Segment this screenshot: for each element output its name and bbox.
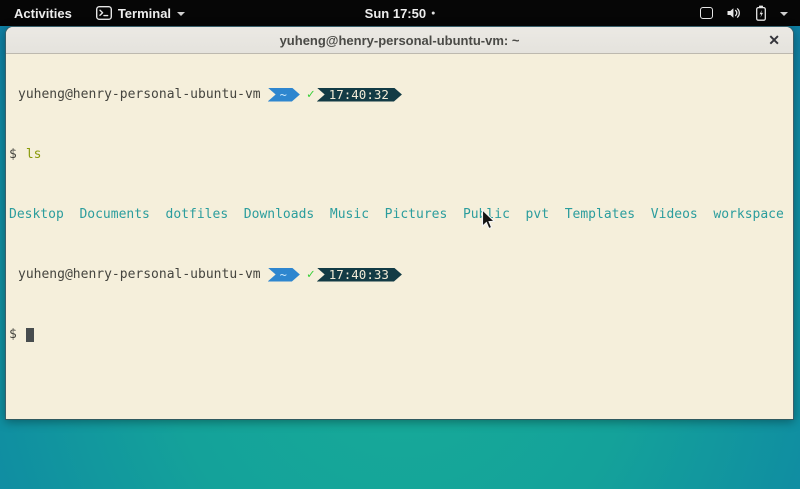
display-icon	[700, 7, 713, 19]
prompt-line-2: yuheng@henry-personal-ubuntu-vm ~ ✓17:40:3…	[9, 267, 790, 282]
directory-listing: Desktop Documents dotfiles Downloads Mus…	[9, 207, 784, 222]
command-text: ls	[26, 147, 42, 162]
prompt-symbol: $	[9, 327, 17, 342]
prompt-cwd-segment: ~	[268, 88, 300, 102]
prompt-userhost: yuheng@henry-personal-ubuntu-vm	[18, 87, 261, 102]
current-command-line: $	[9, 327, 790, 342]
volume-icon	[726, 6, 742, 20]
prompt-line-1: yuheng@henry-personal-ubuntu-vm ~ ✓17:40:3…	[9, 87, 790, 102]
window-titlebar[interactable]: yuheng@henry-personal-ubuntu-vm: ~ ✕	[6, 27, 793, 54]
prompt-cwd-segment: ~	[268, 268, 300, 282]
top-bar: Activities Terminal Sun 17:50 ●	[0, 0, 800, 26]
prompt-time-segment: 17:40:33	[317, 268, 402, 282]
prompt-userhost: yuheng@henry-personal-ubuntu-vm	[18, 267, 261, 282]
app-menu-label: Terminal	[118, 6, 171, 21]
battery-charging-icon	[755, 5, 767, 21]
prompt-time-segment: 17:40:32	[317, 88, 402, 102]
notification-dot-icon: ●	[431, 10, 435, 17]
window-title: yuheng@henry-personal-ubuntu-vm: ~	[280, 33, 520, 48]
chevron-down-icon	[177, 12, 185, 16]
close-icon[interactable]: ✕	[768, 32, 780, 48]
activities-button[interactable]: Activities	[0, 0, 86, 26]
ls-output-line: Desktop Documents dotfiles Downloads Mus…	[9, 207, 790, 222]
terminal-window: yuheng@henry-personal-ubuntu-vm: ~ ✕ yuh…	[5, 26, 794, 420]
prompt-symbol: $	[9, 147, 17, 162]
prompt-status-check-icon: ✓	[307, 267, 315, 282]
mouse-cursor-icon	[481, 209, 498, 237]
command-line-ls: $ ls	[9, 147, 790, 162]
app-menu-terminal[interactable]: Terminal	[86, 0, 195, 26]
prompt-status-check-icon: ✓	[307, 87, 315, 102]
system-status-area[interactable]	[688, 0, 800, 26]
clock-label[interactable]: Sun 17:50	[365, 6, 426, 21]
system-menu-chevron-icon	[780, 12, 788, 16]
activities-label: Activities	[14, 6, 72, 21]
terminal-icon	[96, 6, 112, 20]
terminal-content[interactable]: yuheng@henry-personal-ubuntu-vm~✓17:40:3…	[6, 54, 793, 419]
terminal-cursor	[26, 328, 34, 342]
